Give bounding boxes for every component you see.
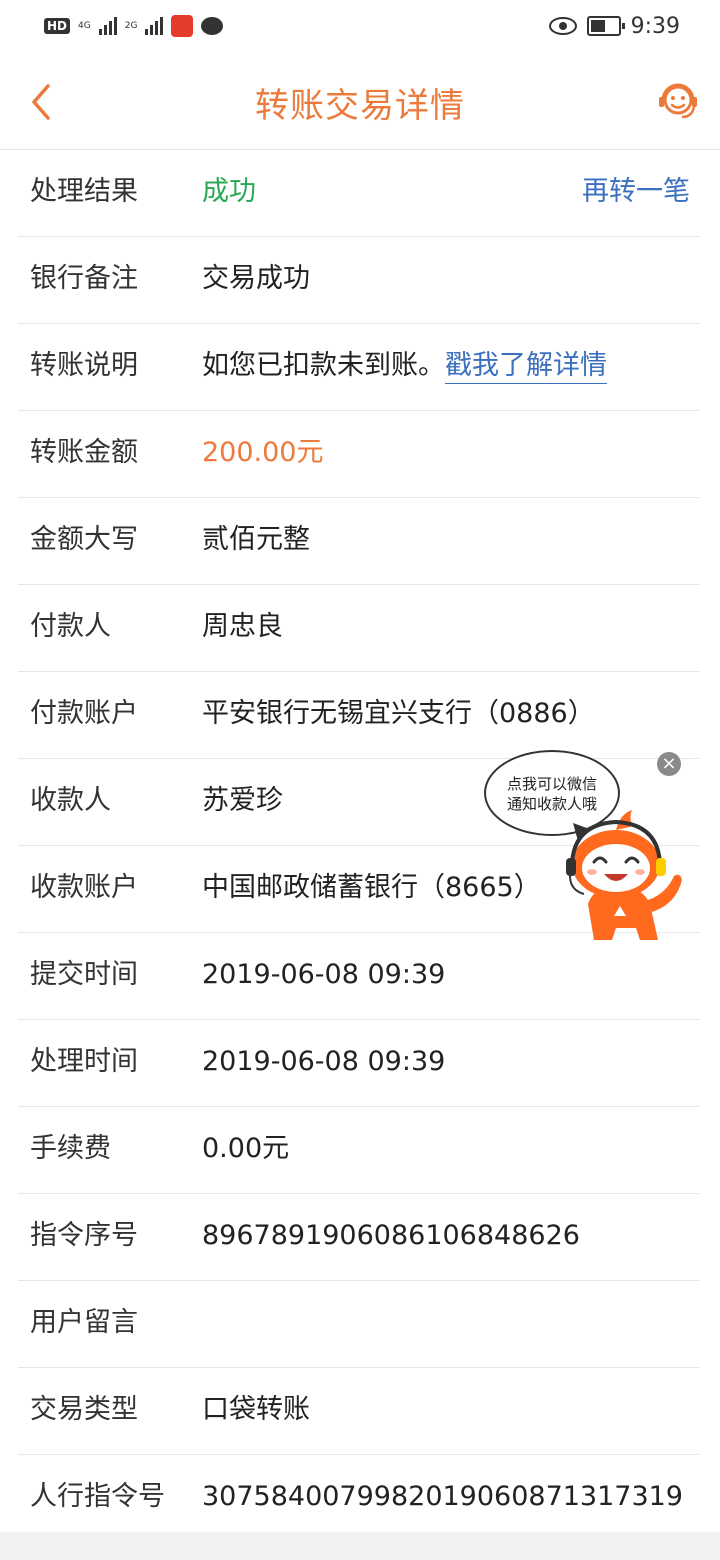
process-time-value: 2019-06-08 09:39 xyxy=(202,1046,446,1077)
row-payer: 付款人 周忠良 xyxy=(18,585,700,672)
status-time: 9:39 xyxy=(630,13,680,39)
customer-service-button[interactable] xyxy=(656,78,700,122)
status-bar: HD 4G 2G 9:39 xyxy=(0,0,720,52)
payer-account-value: 平安银行无锡宜兴支行（0886） xyxy=(202,698,595,729)
message-label: 用户留言 xyxy=(30,1307,138,1338)
instruction-value: 8967891906086106848626 xyxy=(202,1220,580,1251)
bottom-band xyxy=(0,1532,720,1560)
instruction-label: 指令序号 xyxy=(30,1220,138,1251)
payee-account-label: 收款账户 xyxy=(30,872,138,903)
page-title: 转账交易详情 xyxy=(255,86,465,126)
signal-icon xyxy=(98,17,117,35)
customer-service-icon xyxy=(659,83,697,119)
payer-label: 付款人 xyxy=(30,611,111,642)
pboc-label: 人行指令号 xyxy=(30,1481,165,1512)
payee-label: 收款人 xyxy=(30,785,111,816)
payer-value: 周忠良 xyxy=(202,611,283,642)
row-amount-upper: 金额大写 贰佰元整 xyxy=(18,498,700,585)
fee-value: 0.00元 xyxy=(202,1133,290,1164)
hd-badge: HD xyxy=(44,18,71,34)
chat-notification-icon xyxy=(201,17,224,35)
row-result: 处理结果 成功 再转一笔 xyxy=(18,150,700,237)
mascot-character-icon[interactable] xyxy=(558,808,690,948)
bubble-line-1: 点我可以微信 xyxy=(506,775,597,793)
row-explain: 转账说明 如您已扣款未到账。戳我了解详情 xyxy=(18,324,700,411)
result-label: 处理结果 xyxy=(30,176,138,207)
status-right: 9:39 xyxy=(548,12,680,40)
explain-text: 如您已扣款未到账。 xyxy=(202,350,445,381)
submit-time-label: 提交时间 xyxy=(30,959,138,990)
amount-value: 200.00元 xyxy=(202,437,324,468)
submit-time-value: 2019-06-08 09:39 xyxy=(202,959,446,990)
row-process-time: 处理时间 2019-06-08 09:39 xyxy=(18,1020,700,1107)
result-value: 成功 xyxy=(202,176,256,207)
nav-bar: 转账交易详情 xyxy=(0,52,720,150)
pboc-value: 307584007998201906087131​7319 xyxy=(202,1481,683,1512)
bank-note-value: 交易成功 xyxy=(202,263,310,294)
type-label: 交易类型 xyxy=(30,1394,138,1425)
status-left: HD 4G 2G xyxy=(44,14,224,38)
amount-upper-label: 金额大写 xyxy=(30,524,138,555)
transfer-again-button[interactable]: 再转一笔 xyxy=(582,150,690,234)
row-type: 交易类型 口袋转账 xyxy=(18,1368,700,1455)
bank-note-label: 银行备注 xyxy=(30,263,138,294)
app-notification-icon xyxy=(171,15,194,37)
row-amount: 转账金额 200.00元 xyxy=(18,411,700,498)
explain-value: 如您已扣款未到账。戳我了解详情 xyxy=(202,324,607,408)
payee-value: 苏爱珍 xyxy=(202,785,283,816)
row-fee: 手续费 0.00元 xyxy=(18,1107,700,1194)
network-type-2: 2G xyxy=(124,20,138,31)
signal-icon-2 xyxy=(145,17,164,35)
fee-label: 手续费 xyxy=(30,1133,111,1164)
row-instruction: 指令序号 8967891906086106848626 xyxy=(18,1194,700,1281)
network-type-1: 4G xyxy=(78,20,91,31)
amount-label: 转账金额 xyxy=(30,437,138,468)
amount-upper-value: 贰佰元整 xyxy=(202,524,310,555)
explain-detail-link[interactable]: 戳我了解详情 xyxy=(445,350,607,384)
row-message: 用户留言 xyxy=(18,1281,700,1368)
row-payer-account: 付款账户 平安银行无锡宜兴支行（0886） xyxy=(18,672,700,759)
eye-comfort-icon xyxy=(548,17,577,35)
process-time-label: 处理时间 xyxy=(30,1046,138,1077)
notify-mascot-widget: 点我可以微信 通知收款人哦 × xyxy=(480,748,690,948)
payer-account-label: 付款账户 xyxy=(30,698,138,729)
explain-label: 转账说明 xyxy=(30,350,138,381)
row-pboc: 人行指令号 307584007998201906087131​7319 xyxy=(18,1455,700,1542)
battery-icon xyxy=(586,16,625,36)
row-bank-note: 银行备注 交易成功 xyxy=(18,237,700,324)
close-mascot-button[interactable]: × xyxy=(657,752,681,776)
type-value: 口袋转账 xyxy=(202,1394,310,1425)
